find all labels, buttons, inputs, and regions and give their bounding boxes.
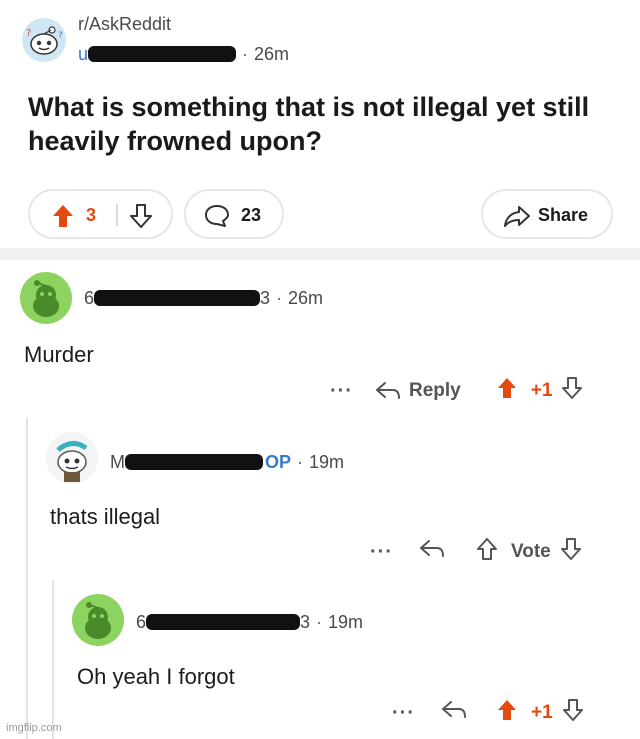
- more-dots-icon[interactable]: ···: [370, 541, 393, 564]
- reply-button[interactable]: Reply: [375, 380, 461, 402]
- vote-label: Vote: [510, 541, 551, 562]
- svg-text:?: ?: [26, 28, 31, 39]
- comment-3: 6 3 · 19m Oh yeah I forgot ··· +1: [0, 582, 640, 739]
- comment-author-prefix[interactable]: 6: [136, 612, 146, 633]
- comment-meta: 6 3 · 26m: [84, 286, 323, 310]
- comment-meta: 6 3 · 19m: [136, 610, 363, 634]
- section-divider: [0, 248, 640, 260]
- separator-dot: ·: [316, 611, 323, 632]
- comment-bubble-icon: [204, 204, 230, 233]
- downvote-arrow-icon[interactable]: [562, 377, 583, 405]
- reply-label: Reply: [408, 380, 461, 401]
- comment-actions: ··· Reply +1: [330, 376, 583, 406]
- comment-2: M OP · 19m thats illegal ··· Vote: [0, 420, 640, 580]
- more-dots-icon[interactable]: ···: [392, 702, 415, 725]
- share-button[interactable]: Share: [481, 189, 613, 239]
- reply-arrow-icon: [375, 382, 400, 399]
- vote-divider: [116, 204, 118, 226]
- post-vote-pill: 3: [28, 189, 173, 239]
- comment-author-suffix[interactable]: 3: [260, 288, 270, 309]
- comment-author-prefix[interactable]: 6: [84, 288, 94, 309]
- redacted-username: [88, 46, 237, 62]
- upvote-arrow-icon[interactable]: [497, 377, 517, 405]
- redacted-username: [146, 614, 301, 630]
- comment-time: 19m: [309, 451, 345, 472]
- subreddit-avatar[interactable]: ? ?: [22, 18, 66, 62]
- comment-actions: ··· +1: [392, 698, 583, 728]
- separator-dot: ·: [242, 43, 249, 64]
- separator-dot: ·: [297, 451, 304, 472]
- downvote-arrow-icon[interactable]: [560, 538, 581, 566]
- post-time: 26m: [254, 43, 290, 64]
- watermark: imgflip.com: [6, 722, 62, 734]
- downvote-arrow-icon[interactable]: [562, 699, 583, 727]
- downvote-arrow-icon[interactable]: [130, 204, 152, 233]
- comment-time: 26m: [288, 287, 324, 308]
- op-avatar[interactable]: [46, 432, 98, 484]
- reply-arrow-icon[interactable]: [441, 699, 467, 727]
- comment-body: Oh yeah I forgot: [77, 664, 235, 689]
- upvote-arrow-icon[interactable]: [476, 538, 497, 566]
- redacted-username: [125, 454, 263, 470]
- post-title[interactable]: What is something that is not illegal ye…: [28, 90, 618, 158]
- more-dots-icon[interactable]: ···: [330, 380, 353, 403]
- comment-body: Murder: [24, 342, 94, 367]
- comments-button[interactable]: 23: [184, 189, 284, 239]
- comment-actions: ··· Vote: [370, 537, 581, 567]
- commenter-avatar[interactable]: [72, 594, 124, 646]
- comment-author-prefix[interactable]: M: [110, 452, 125, 473]
- share-label: Share: [538, 205, 589, 225]
- reply-arrow-icon[interactable]: [419, 538, 445, 566]
- post-header: ? ? r/AskReddit u · 26m: [22, 14, 622, 74]
- redacted-username: [94, 290, 261, 306]
- post-author-prefix[interactable]: u: [78, 44, 88, 65]
- upvote-arrow-icon[interactable]: [52, 204, 74, 233]
- op-badge: OP: [265, 451, 292, 472]
- comment-score: +1: [530, 380, 553, 401]
- subreddit-name[interactable]: r/AskReddit: [78, 14, 171, 35]
- separator-dot: ·: [276, 287, 283, 308]
- comment-time: 19m: [328, 611, 364, 632]
- upvote-arrow-icon[interactable]: [497, 699, 517, 727]
- comment-body: thats illegal: [50, 504, 161, 529]
- comment-count: 23: [241, 205, 262, 225]
- svg-text:?: ?: [58, 31, 63, 41]
- post-vote-count: 3: [86, 205, 97, 225]
- comment-score: +1: [530, 702, 553, 723]
- comment-1: 6 3 · 26m Murder ··· Reply +1: [0, 260, 640, 420]
- share-arrow-icon: [503, 204, 531, 233]
- comment-author-suffix[interactable]: 3: [300, 612, 310, 633]
- commenter-avatar[interactable]: [20, 272, 72, 324]
- post-author-row: u · 26m: [78, 42, 289, 66]
- comment-meta: M OP · 19m: [110, 450, 344, 474]
